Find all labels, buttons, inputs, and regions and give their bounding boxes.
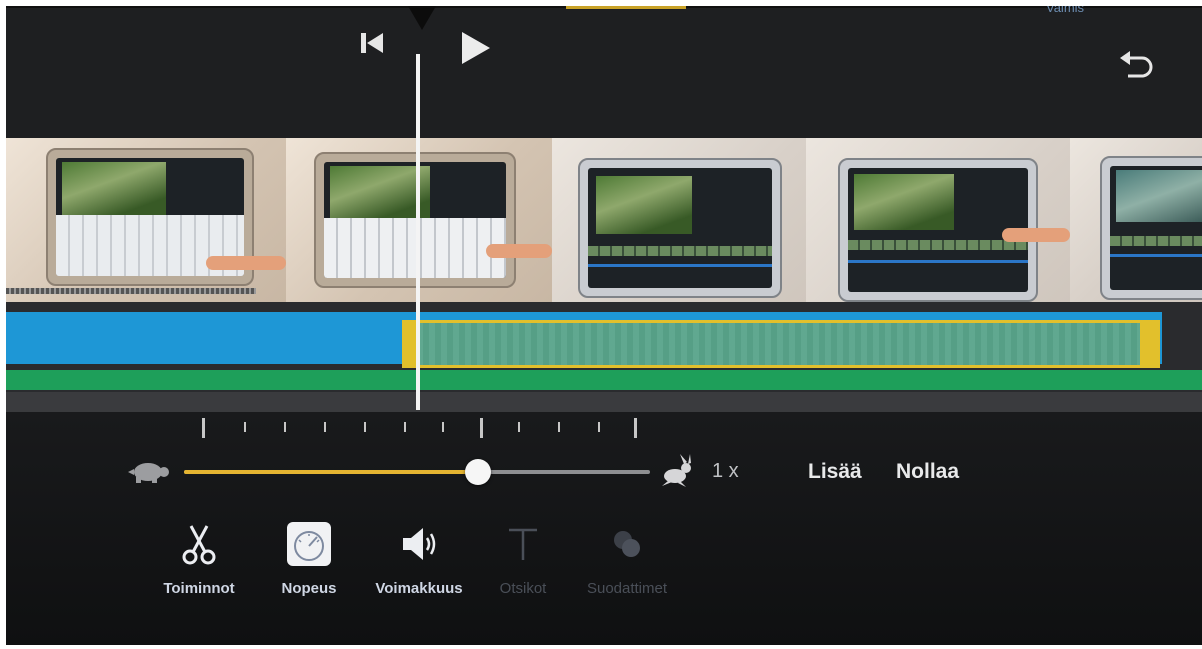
reset-button[interactable]: Nollaa — [896, 460, 959, 484]
audio-track[interactable] — [6, 370, 1202, 390]
tool-speed-label: Nopeus — [281, 580, 337, 597]
speed-scale-ticks — [6, 418, 1202, 444]
video-editor-screen: Valmis 1 x Lisää Nollaa Toiminnot Nopeus… — [6, 6, 1202, 645]
clip-trim-handle-right[interactable] — [1140, 320, 1160, 368]
speaker-icon — [403, 528, 436, 560]
frame-thumbnail — [578, 158, 782, 298]
skip-back-icon[interactable] — [359, 30, 387, 56]
speedometer-icon — [287, 522, 331, 566]
speed-control-row: 1 x Lisää Nollaa — [6, 446, 1202, 496]
title-t-icon — [509, 528, 537, 560]
tool-filters[interactable]: Suodattimet — [572, 518, 682, 608]
scale-tick — [324, 422, 326, 432]
scale-tick — [364, 422, 366, 432]
scale-tick — [202, 418, 205, 438]
frame-thumbnail — [314, 152, 516, 288]
scale-tick — [598, 422, 600, 432]
turtle-icon — [128, 463, 169, 483]
playhead-line[interactable] — [416, 54, 420, 410]
speed-slider-fill — [184, 470, 478, 474]
scale-tick — [518, 422, 520, 432]
scale-tick — [634, 418, 637, 438]
timeline-tracks[interactable] — [6, 302, 1202, 412]
tool-filters-label: Suodattimet — [586, 580, 668, 597]
scale-tick — [404, 422, 406, 432]
empty-track — [6, 392, 1202, 412]
scale-tick — [442, 422, 444, 432]
selected-clip[interactable] — [402, 320, 1160, 368]
filmstrip[interactable] — [6, 138, 1202, 302]
filmstrip-frame — [806, 138, 1070, 302]
tool-speed[interactable]: Nopeus — [254, 518, 364, 608]
scale-tick — [480, 418, 483, 438]
filmstrip-frame — [6, 138, 286, 302]
tool-actions-label: Toiminnot — [163, 580, 235, 597]
scale-tick — [284, 422, 286, 432]
filmstrip-frame — [1070, 138, 1202, 302]
frame-thumbnail — [1100, 156, 1202, 300]
tool-titles[interactable]: Otsikot — [468, 518, 578, 608]
play-icon[interactable] — [454, 28, 494, 68]
speed-slider-knob[interactable] — [465, 459, 491, 485]
top-accent-bar — [566, 6, 686, 9]
top-toolbar: Valmis — [6, 6, 1202, 138]
tool-actions[interactable]: Toiminnot — [144, 518, 254, 608]
undo-icon[interactable] — [1116, 48, 1156, 82]
scale-tick — [558, 422, 560, 432]
done-button[interactable]: Valmis — [1046, 6, 1084, 15]
scissors-icon — [182, 525, 216, 565]
tool-volume[interactable]: Voimakkuus — [364, 518, 474, 608]
tool-volume-label: Voimakkuus — [375, 580, 463, 597]
filmstrip-frame — [552, 138, 806, 302]
tool-titles-label: Otsikot — [499, 580, 547, 597]
rabbit-icon — [662, 454, 691, 487]
filters-icon — [614, 531, 640, 557]
add-button[interactable]: Lisää — [808, 460, 862, 484]
speed-rate-label: 1 x — [712, 460, 739, 482]
playhead-pointer — [408, 6, 436, 30]
scale-tick — [244, 422, 246, 432]
